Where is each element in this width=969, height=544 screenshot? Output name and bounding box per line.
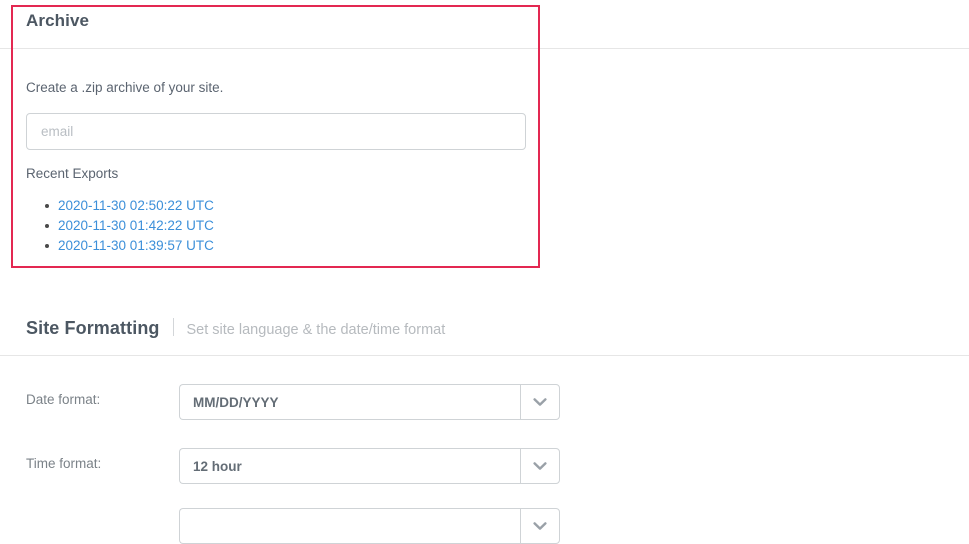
archive-description: Create a .zip archive of your site. xyxy=(26,80,224,95)
site-formatting-divider xyxy=(0,355,969,356)
archive-header-divider xyxy=(0,48,969,49)
bullet-icon xyxy=(45,224,49,228)
chevron-down-icon xyxy=(533,397,547,407)
site-formatting-subtitle: Set site language & the date/time format xyxy=(186,322,446,338)
date-format-select[interactable]: MM/DD/YYYY xyxy=(179,384,560,420)
export-link[interactable]: 2020-11-30 01:42:22 UTC xyxy=(58,218,214,233)
export-link[interactable]: 2020-11-30 02:50:22 UTC xyxy=(58,198,214,213)
list-item: 2020-11-30 01:42:22 UTC xyxy=(45,216,214,236)
archive-email-input[interactable] xyxy=(26,113,526,150)
recent-exports-label: Recent Exports xyxy=(26,166,119,181)
next-format-value[interactable] xyxy=(179,508,520,544)
export-link[interactable]: 2020-11-30 01:39:57 UTC xyxy=(58,238,214,253)
next-format-select[interactable] xyxy=(179,508,560,544)
bullet-icon xyxy=(45,244,49,248)
list-item: 2020-11-30 01:39:57 UTC xyxy=(45,236,214,256)
site-formatting-title: Site Formatting xyxy=(26,318,160,338)
date-format-value[interactable]: MM/DD/YYYY xyxy=(179,384,520,420)
date-format-dropdown-button[interactable] xyxy=(520,384,560,420)
next-format-dropdown-button[interactable] xyxy=(520,508,560,544)
chevron-down-icon xyxy=(533,461,547,471)
time-format-dropdown-button[interactable] xyxy=(520,448,560,484)
site-formatting-header: Site Formatting Set site language & the … xyxy=(26,316,445,339)
archive-section-title: Archive xyxy=(26,11,90,30)
time-format-value[interactable]: 12 hour xyxy=(179,448,520,484)
date-format-label: Date format: xyxy=(26,392,101,407)
chevron-down-icon xyxy=(533,521,547,531)
header-divider xyxy=(172,318,174,336)
list-item: 2020-11-30 02:50:22 UTC xyxy=(45,196,214,216)
time-format-label: Time format: xyxy=(26,456,102,471)
recent-exports-list: 2020-11-30 02:50:22 UTC 2020-11-30 01:42… xyxy=(26,196,214,256)
bullet-icon xyxy=(45,204,49,208)
time-format-select[interactable]: 12 hour xyxy=(179,448,560,484)
settings-page: Archive Create a .zip archive of your si… xyxy=(0,0,969,544)
